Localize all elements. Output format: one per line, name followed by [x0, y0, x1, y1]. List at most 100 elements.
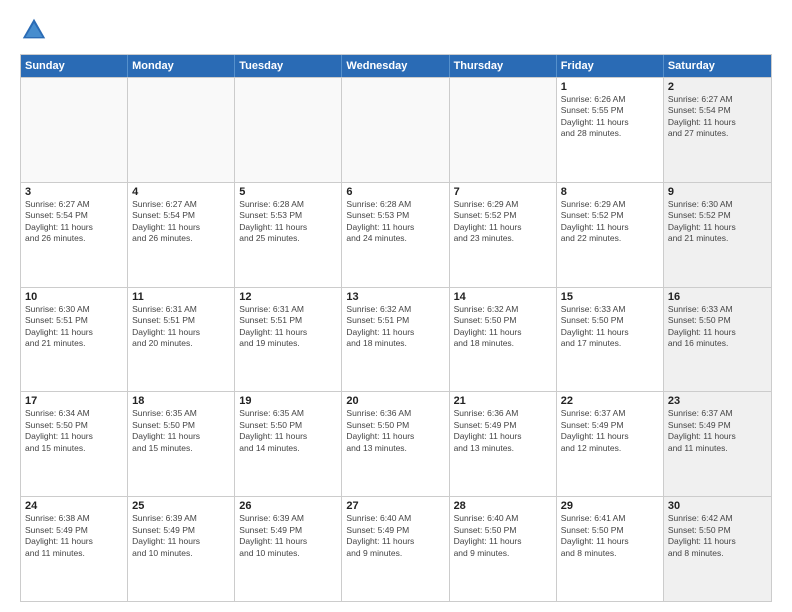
day-number: 1 [561, 81, 659, 93]
day-cell-3: 3Sunrise: 6:27 AM Sunset: 5:54 PM Daylig… [21, 183, 128, 287]
calendar-body: 1Sunrise: 6:26 AM Sunset: 5:55 PM Daylig… [21, 77, 771, 601]
week-row-3: 10Sunrise: 6:30 AM Sunset: 5:51 PM Dayli… [21, 287, 771, 392]
calendar: SundayMondayTuesdayWednesdayThursdayFrid… [20, 54, 772, 602]
day-cell-14: 14Sunrise: 6:32 AM Sunset: 5:50 PM Dayli… [450, 288, 557, 392]
day-number: 24 [25, 500, 123, 512]
day-number: 2 [668, 81, 767, 93]
day-cell-13: 13Sunrise: 6:32 AM Sunset: 5:51 PM Dayli… [342, 288, 449, 392]
day-info: Sunrise: 6:34 AM Sunset: 5:50 PM Dayligh… [25, 408, 123, 454]
day-number: 3 [25, 186, 123, 198]
day-number: 27 [346, 500, 444, 512]
day-cell-17: 17Sunrise: 6:34 AM Sunset: 5:50 PM Dayli… [21, 392, 128, 496]
day-info: Sunrise: 6:30 AM Sunset: 5:51 PM Dayligh… [25, 304, 123, 350]
day-info: Sunrise: 6:33 AM Sunset: 5:50 PM Dayligh… [668, 304, 767, 350]
day-cell-22: 22Sunrise: 6:37 AM Sunset: 5:49 PM Dayli… [557, 392, 664, 496]
week-row-1: 1Sunrise: 6:26 AM Sunset: 5:55 PM Daylig… [21, 77, 771, 182]
day-number: 21 [454, 395, 552, 407]
day-number: 9 [668, 186, 767, 198]
header-day-wednesday: Wednesday [342, 55, 449, 77]
day-info: Sunrise: 6:27 AM Sunset: 5:54 PM Dayligh… [668, 94, 767, 140]
day-info: Sunrise: 6:37 AM Sunset: 5:49 PM Dayligh… [668, 408, 767, 454]
day-cell-27: 27Sunrise: 6:40 AM Sunset: 5:49 PM Dayli… [342, 497, 449, 601]
day-info: Sunrise: 6:40 AM Sunset: 5:50 PM Dayligh… [454, 513, 552, 559]
logo [20, 16, 52, 44]
day-number: 28 [454, 500, 552, 512]
day-number: 4 [132, 186, 230, 198]
day-cell-29: 29Sunrise: 6:41 AM Sunset: 5:50 PM Dayli… [557, 497, 664, 601]
day-cell-6: 6Sunrise: 6:28 AM Sunset: 5:53 PM Daylig… [342, 183, 449, 287]
header-day-friday: Friday [557, 55, 664, 77]
day-number: 10 [25, 291, 123, 303]
day-cell-5: 5Sunrise: 6:28 AM Sunset: 5:53 PM Daylig… [235, 183, 342, 287]
day-number: 18 [132, 395, 230, 407]
day-cell-16: 16Sunrise: 6:33 AM Sunset: 5:50 PM Dayli… [664, 288, 771, 392]
day-info: Sunrise: 6:35 AM Sunset: 5:50 PM Dayligh… [239, 408, 337, 454]
day-number: 16 [668, 291, 767, 303]
day-number: 8 [561, 186, 659, 198]
empty-cell [342, 78, 449, 182]
day-cell-12: 12Sunrise: 6:31 AM Sunset: 5:51 PM Dayli… [235, 288, 342, 392]
day-info: Sunrise: 6:29 AM Sunset: 5:52 PM Dayligh… [454, 199, 552, 245]
header-day-monday: Monday [128, 55, 235, 77]
day-number: 5 [239, 186, 337, 198]
header-day-thursday: Thursday [450, 55, 557, 77]
day-cell-21: 21Sunrise: 6:36 AM Sunset: 5:49 PM Dayli… [450, 392, 557, 496]
day-info: Sunrise: 6:35 AM Sunset: 5:50 PM Dayligh… [132, 408, 230, 454]
calendar-header: SundayMondayTuesdayWednesdayThursdayFrid… [21, 55, 771, 77]
page: SundayMondayTuesdayWednesdayThursdayFrid… [0, 0, 792, 612]
day-info: Sunrise: 6:36 AM Sunset: 5:49 PM Dayligh… [454, 408, 552, 454]
day-number: 11 [132, 291, 230, 303]
day-cell-10: 10Sunrise: 6:30 AM Sunset: 5:51 PM Dayli… [21, 288, 128, 392]
header-day-tuesday: Tuesday [235, 55, 342, 77]
day-number: 6 [346, 186, 444, 198]
day-info: Sunrise: 6:37 AM Sunset: 5:49 PM Dayligh… [561, 408, 659, 454]
day-number: 19 [239, 395, 337, 407]
day-number: 23 [668, 395, 767, 407]
day-cell-20: 20Sunrise: 6:36 AM Sunset: 5:50 PM Dayli… [342, 392, 449, 496]
day-info: Sunrise: 6:32 AM Sunset: 5:51 PM Dayligh… [346, 304, 444, 350]
week-row-5: 24Sunrise: 6:38 AM Sunset: 5:49 PM Dayli… [21, 496, 771, 601]
day-number: 29 [561, 500, 659, 512]
header [20, 16, 772, 44]
day-number: 30 [668, 500, 767, 512]
header-day-saturday: Saturday [664, 55, 771, 77]
day-number: 12 [239, 291, 337, 303]
day-number: 7 [454, 186, 552, 198]
day-number: 13 [346, 291, 444, 303]
day-info: Sunrise: 6:32 AM Sunset: 5:50 PM Dayligh… [454, 304, 552, 350]
day-info: Sunrise: 6:40 AM Sunset: 5:49 PM Dayligh… [346, 513, 444, 559]
day-cell-26: 26Sunrise: 6:39 AM Sunset: 5:49 PM Dayli… [235, 497, 342, 601]
day-cell-28: 28Sunrise: 6:40 AM Sunset: 5:50 PM Dayli… [450, 497, 557, 601]
day-cell-4: 4Sunrise: 6:27 AM Sunset: 5:54 PM Daylig… [128, 183, 235, 287]
day-cell-2: 2Sunrise: 6:27 AM Sunset: 5:54 PM Daylig… [664, 78, 771, 182]
header-day-sunday: Sunday [21, 55, 128, 77]
day-cell-1: 1Sunrise: 6:26 AM Sunset: 5:55 PM Daylig… [557, 78, 664, 182]
day-info: Sunrise: 6:41 AM Sunset: 5:50 PM Dayligh… [561, 513, 659, 559]
empty-cell [450, 78, 557, 182]
day-info: Sunrise: 6:31 AM Sunset: 5:51 PM Dayligh… [132, 304, 230, 350]
day-cell-15: 15Sunrise: 6:33 AM Sunset: 5:50 PM Dayli… [557, 288, 664, 392]
day-number: 14 [454, 291, 552, 303]
day-number: 20 [346, 395, 444, 407]
day-cell-7: 7Sunrise: 6:29 AM Sunset: 5:52 PM Daylig… [450, 183, 557, 287]
day-info: Sunrise: 6:42 AM Sunset: 5:50 PM Dayligh… [668, 513, 767, 559]
day-info: Sunrise: 6:26 AM Sunset: 5:55 PM Dayligh… [561, 94, 659, 140]
day-info: Sunrise: 6:28 AM Sunset: 5:53 PM Dayligh… [346, 199, 444, 245]
day-info: Sunrise: 6:39 AM Sunset: 5:49 PM Dayligh… [132, 513, 230, 559]
day-cell-24: 24Sunrise: 6:38 AM Sunset: 5:49 PM Dayli… [21, 497, 128, 601]
logo-icon [20, 16, 48, 44]
day-number: 15 [561, 291, 659, 303]
day-info: Sunrise: 6:27 AM Sunset: 5:54 PM Dayligh… [132, 199, 230, 245]
day-cell-8: 8Sunrise: 6:29 AM Sunset: 5:52 PM Daylig… [557, 183, 664, 287]
day-cell-9: 9Sunrise: 6:30 AM Sunset: 5:52 PM Daylig… [664, 183, 771, 287]
week-row-2: 3Sunrise: 6:27 AM Sunset: 5:54 PM Daylig… [21, 182, 771, 287]
day-info: Sunrise: 6:27 AM Sunset: 5:54 PM Dayligh… [25, 199, 123, 245]
empty-cell [235, 78, 342, 182]
week-row-4: 17Sunrise: 6:34 AM Sunset: 5:50 PM Dayli… [21, 391, 771, 496]
day-cell-19: 19Sunrise: 6:35 AM Sunset: 5:50 PM Dayli… [235, 392, 342, 496]
day-cell-25: 25Sunrise: 6:39 AM Sunset: 5:49 PM Dayli… [128, 497, 235, 601]
day-number: 25 [132, 500, 230, 512]
day-info: Sunrise: 6:38 AM Sunset: 5:49 PM Dayligh… [25, 513, 123, 559]
day-number: 17 [25, 395, 123, 407]
day-cell-23: 23Sunrise: 6:37 AM Sunset: 5:49 PM Dayli… [664, 392, 771, 496]
